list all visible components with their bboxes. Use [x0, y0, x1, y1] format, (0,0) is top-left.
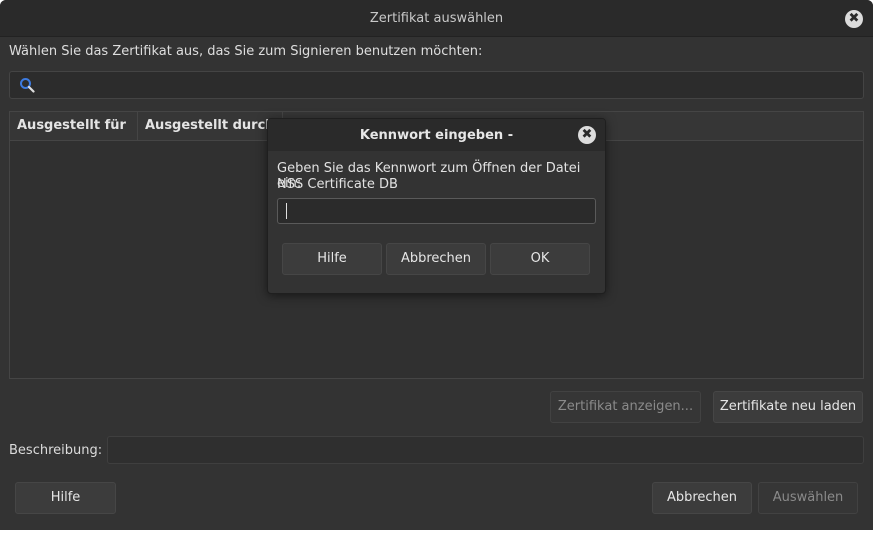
column-header-issued-by[interactable]: Ausgestellt durch: [138, 112, 283, 140]
reload-certificates-button[interactable]: Zertifikate neu laden: [713, 391, 863, 423]
description-label: Beschreibung:: [9, 443, 103, 458]
instruction-text: Wählen Sie das Zertifikat aus, das Sie z…: [9, 44, 483, 59]
password-help-button[interactable]: Hilfe: [282, 243, 382, 275]
title-bar[interactable]: Zertifikat auswählen ✖: [0, 0, 873, 37]
help-button[interactable]: Hilfe: [15, 482, 116, 514]
password-dialog-title: Kennwort eingeben -: [359, 128, 514, 143]
view-certificate-button[interactable]: Zertifikat anzeigen...: [550, 391, 701, 423]
database-name: NSS Certificate DB: [277, 177, 398, 192]
password-dialog-title-bar[interactable]: Kennwort eingeben - ✖: [268, 119, 605, 151]
close-icon[interactable]: ✖: [845, 10, 863, 28]
select-button[interactable]: Auswählen: [758, 482, 858, 514]
password-ok-button[interactable]: OK: [490, 243, 590, 275]
column-header-issued-to[interactable]: Ausgestellt für: [10, 112, 138, 140]
password-cancel-button[interactable]: Abbrechen: [386, 243, 486, 275]
password-dialog: Kennwort eingeben - ✖ Geben Sie das Kenn…: [267, 118, 606, 294]
close-icon[interactable]: ✖: [578, 126, 596, 144]
description-field: [107, 436, 864, 464]
password-input[interactable]: [277, 198, 596, 224]
search-input[interactable]: [9, 71, 864, 99]
text-caret: [286, 203, 287, 219]
window-title: Zertifikat auswählen: [369, 11, 504, 26]
search-icon: [20, 78, 35, 93]
cancel-button[interactable]: Abbrechen: [652, 482, 752, 514]
